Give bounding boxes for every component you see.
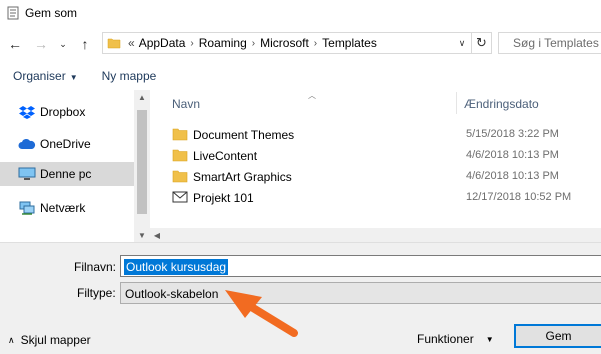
network-icon bbox=[18, 200, 36, 216]
scroll-left-icon[interactable]: ◀ bbox=[150, 228, 164, 242]
save-button[interactable]: Gem bbox=[514, 324, 601, 348]
hide-folders-label: Skjul mapper bbox=[20, 333, 91, 347]
address-row: ← → ⌄ ↑ « AppData › Roaming › Microsoft … bbox=[0, 26, 601, 62]
list-item[interactable]: LiveContent 4/6/2018 10:13 PM bbox=[150, 145, 601, 166]
breadcrumb-separator-icon[interactable]: › bbox=[190, 38, 193, 49]
computer-icon bbox=[18, 166, 36, 182]
breadcrumb-appdata[interactable]: AppData bbox=[139, 36, 186, 50]
sidebar-item-onedrive[interactable]: OneDrive bbox=[0, 132, 134, 156]
organiser-button[interactable]: Organiser ▼ bbox=[13, 69, 78, 83]
save-label: Gem bbox=[545, 329, 572, 343]
arrow-left-icon[interactable]: ← bbox=[4, 33, 26, 55]
breadcrumb-templates[interactable]: Templates bbox=[322, 36, 377, 50]
sidebar-item-netvaerk[interactable]: Netværk bbox=[0, 196, 134, 220]
filetype-label: Filtype: bbox=[77, 286, 116, 300]
file-date: 12/17/2018 10:52 PM bbox=[466, 191, 572, 203]
file-name: Projekt 101 bbox=[193, 191, 254, 205]
folder-icon bbox=[107, 38, 121, 49]
breadcrumb-microsoft[interactable]: Microsoft bbox=[260, 36, 309, 50]
filetype-value: Outlook-skabelon bbox=[125, 287, 219, 301]
file-list: ︿ Navn Ændringsdato Document Themes 5/15… bbox=[150, 90, 601, 242]
scrollbar-thumb[interactable] bbox=[137, 110, 147, 214]
list-item[interactable]: Projekt 101 12/17/2018 10:52 PM bbox=[150, 187, 601, 208]
sidebar-item-label: Dropbox bbox=[40, 105, 86, 119]
file-date: 5/15/2018 3:22 PM bbox=[466, 128, 559, 140]
new-folder-button[interactable]: Ny mappe bbox=[102, 69, 157, 83]
folder-icon bbox=[172, 149, 188, 162]
envelope-icon bbox=[172, 191, 188, 203]
command-bar: Organiser ▼ Ny mappe bbox=[0, 62, 601, 90]
notepad-icon bbox=[7, 6, 19, 20]
hide-folders-button[interactable]: ∧ Skjul mapper bbox=[8, 333, 91, 347]
caret-down-icon: ▼ bbox=[69, 73, 78, 82]
filename-label: Filnavn: bbox=[74, 260, 117, 274]
filename-value[interactable]: Outlook kursusdag bbox=[124, 259, 229, 275]
file-date: 4/6/2018 10:13 PM bbox=[466, 149, 559, 161]
breadcrumb-overflow[interactable]: « bbox=[128, 36, 135, 50]
sidebar-item-label: Denne pc bbox=[40, 167, 92, 181]
filename-field[interactable]: Outlook kursusdag bbox=[120, 255, 601, 277]
filetype-select[interactable]: Outlook-skabelon bbox=[120, 282, 601, 304]
arrow-right-icon[interactable]: → bbox=[30, 33, 52, 55]
file-date: 4/6/2018 10:13 PM bbox=[466, 170, 559, 182]
breadcrumb-separator-icon[interactable]: › bbox=[252, 38, 255, 49]
column-divider[interactable] bbox=[456, 92, 457, 114]
caret-down-icon: ▼ bbox=[485, 334, 494, 344]
organiser-label: Organiser bbox=[13, 69, 66, 83]
file-name: LiveContent bbox=[193, 149, 258, 163]
file-name: Document Themes bbox=[193, 128, 295, 142]
functions-label: Funktioner bbox=[417, 332, 474, 346]
window-title: Gem som bbox=[25, 6, 78, 20]
title-bar: Gem som bbox=[0, 0, 601, 26]
refresh-icon[interactable]: ↻ bbox=[471, 33, 491, 53]
file-name: SmartArt Graphics bbox=[193, 170, 292, 184]
chevron-down-icon[interactable]: ⌄ bbox=[52, 33, 74, 55]
sort-ascending-icon: ︿ bbox=[308, 91, 316, 100]
folder-icon bbox=[172, 170, 188, 183]
cloud-icon bbox=[18, 136, 36, 152]
save-options-panel: Filnavn: Outlook kursusdag Filtype: Outl… bbox=[0, 242, 601, 354]
navigation-pane: Dropbox OneDrive Denne pc Netværk ▲ ▼ bbox=[0, 90, 150, 242]
scroll-up-icon[interactable]: ▲ bbox=[134, 90, 150, 104]
column-header: ︿ Navn Ændringsdato bbox=[150, 90, 601, 116]
breadcrumb-separator-icon[interactable]: › bbox=[314, 38, 317, 49]
folder-icon bbox=[172, 128, 188, 141]
functions-dropdown[interactable]: Funktioner ▼ bbox=[417, 332, 494, 346]
breadcrumb-roaming[interactable]: Roaming bbox=[199, 36, 247, 50]
sidebar-item-dropbox[interactable]: Dropbox bbox=[0, 100, 134, 124]
dropbox-icon bbox=[18, 104, 36, 120]
search-placeholder: Søg i Templates bbox=[513, 36, 599, 50]
sidebar-item-denne-pc[interactable]: Denne pc bbox=[0, 162, 134, 186]
column-name[interactable]: Navn bbox=[172, 97, 200, 111]
address-bar[interactable]: « AppData › Roaming › Microsoft › Templa… bbox=[102, 32, 492, 54]
chevron-up-icon: ∧ bbox=[8, 334, 15, 345]
list-item[interactable]: SmartArt Graphics 4/6/2018 10:13 PM bbox=[150, 166, 601, 187]
sidebar-scrollbar[interactable]: ▲ ▼ bbox=[134, 90, 150, 242]
search-input[interactable]: Søg i Templates bbox=[498, 32, 601, 54]
sidebar-item-label: OneDrive bbox=[40, 137, 91, 151]
address-dropdown-icon[interactable]: ∨ bbox=[455, 36, 469, 50]
scroll-down-icon[interactable]: ▼ bbox=[134, 228, 150, 242]
list-item[interactable]: Document Themes 5/15/2018 3:22 PM bbox=[150, 124, 601, 145]
sidebar-item-label: Netværk bbox=[40, 201, 86, 215]
arrow-up-icon[interactable]: ↑ bbox=[74, 33, 96, 55]
horizontal-scrollbar[interactable]: ◀ bbox=[150, 228, 601, 242]
column-date[interactable]: Ændringsdato bbox=[464, 97, 539, 111]
